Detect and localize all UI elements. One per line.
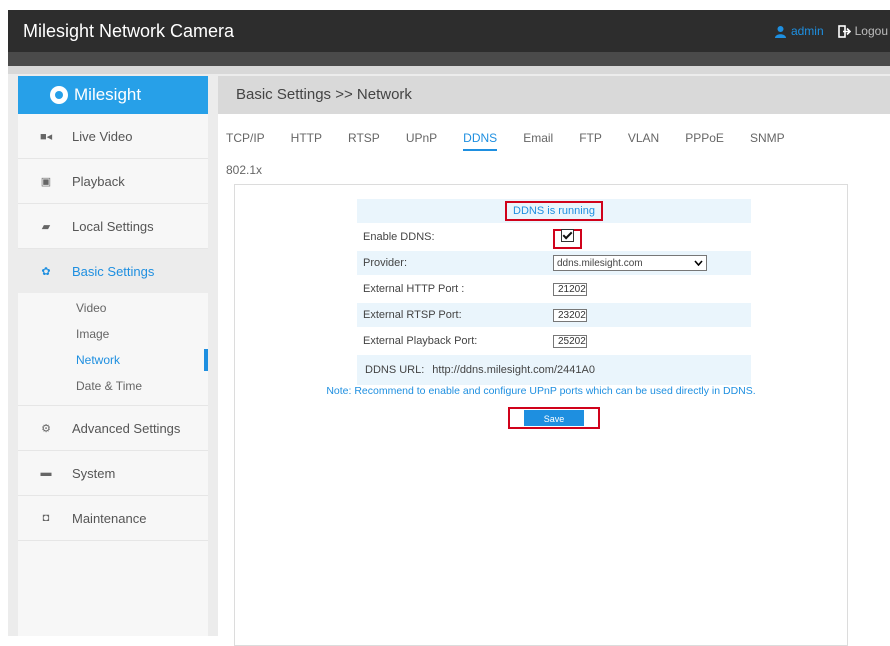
brand-name: Milesight [74, 85, 142, 104]
submenu-item-date-time[interactable]: Date & Time [18, 373, 208, 399]
playback-port-row: External Playback Port: 25202 [357, 329, 751, 353]
provider-select[interactable]: ddns.milesight.com [553, 255, 707, 271]
tab-http[interactable]: HTTP [291, 131, 322, 149]
tab-pppoe[interactable]: PPPoE [685, 131, 724, 149]
enable-ddns-label: Enable DDNS: [363, 231, 435, 243]
breadcrumb: Basic Settings >> Network [218, 76, 890, 114]
monitor-icon: ▬ [40, 467, 52, 479]
sidebar: Milesight ■◂ Live Video ▣ Playback ▰ Loc… [18, 76, 208, 636]
sidebar-item-maintenance[interactable]: ◘ Maintenance [18, 496, 208, 541]
sidebar-item-basic-settings[interactable]: ✿ Basic Settings [18, 249, 208, 293]
ddns-url-value: http://ddns.milesight.com/2441A0 [432, 364, 595, 376]
rtsp-port-input[interactable]: 23202 [553, 308, 587, 322]
sidebar-item-label: Live Video [72, 128, 133, 144]
sidebar-item-live-video[interactable]: ■◂ Live Video [18, 114, 208, 159]
tab-ftp[interactable]: FTP [579, 131, 602, 149]
logout-link[interactable]: Logou [855, 24, 888, 38]
tab-email[interactable]: Email [523, 131, 553, 149]
playback-port-label: External Playback Port: [363, 335, 478, 347]
enable-ddns-checkbox[interactable] [561, 229, 574, 242]
enable-row: Enable DDNS: [357, 225, 751, 249]
tab-tcpip[interactable]: TCP/IP [226, 131, 265, 149]
app-title: Milesight Network Camera [23, 21, 235, 41]
top-bar: Milesight Network Camera admin Logou [8, 10, 890, 52]
ddns-url-row: DDNS URL: http://ddns.milesight.com/2441… [357, 355, 751, 385]
playback-port-input[interactable]: 25202 [553, 334, 587, 348]
provider-value: ddns.milesight.com [557, 257, 643, 269]
gear-icon: ✿ [41, 265, 51, 278]
sidebar-item-label: Maintenance [72, 510, 147, 526]
upnp-note: Note: Recommend to enable and configure … [326, 385, 756, 397]
header-strip [8, 52, 890, 66]
status-row: DDNS is running [357, 199, 751, 223]
sidebar-item-local-settings[interactable]: ▰ Local Settings [18, 204, 208, 249]
basic-settings-submenu: Video Image Network Date & Time [18, 293, 208, 406]
tab-upnp[interactable]: UPnP [406, 131, 437, 149]
submenu-item-network[interactable]: Network [18, 347, 208, 373]
tab-snmp[interactable]: SNMP [750, 131, 785, 149]
logout-icon[interactable] [837, 24, 851, 38]
chevron-down-icon [694, 260, 703, 266]
http-port-row: External HTTP Port : 21202 [357, 277, 751, 301]
sidebar-item-label: Basic Settings [72, 263, 155, 279]
provider-row: Provider: ddns.milesight.com [357, 251, 751, 275]
folder-icon: ▰ [41, 220, 51, 233]
rtsp-port-label: External RTSP Port: [363, 309, 462, 321]
brand-logo: Milesight [18, 76, 208, 114]
rtsp-port-row: External RTSP Port: 23202 [357, 303, 751, 327]
save-button[interactable]: Save [524, 410, 584, 426]
ddns-form: DDNS is running Enable DDNS: Provider: d… [357, 199, 751, 387]
header-divider [8, 66, 890, 74]
sidebar-item-system[interactable]: ▬ System [18, 451, 208, 496]
http-port-input[interactable]: 21202 [553, 282, 587, 296]
user-icon [774, 25, 786, 38]
tab-8021x[interactable]: 802.1x [226, 163, 262, 181]
tab-rtsp[interactable]: RTSP [348, 131, 380, 149]
save-highlight: Save [508, 407, 600, 429]
ddns-panel: DDNS is running Enable DDNS: Provider: d… [234, 184, 848, 646]
tab-ddns[interactable]: DDNS [463, 131, 498, 151]
app-window: Milesight Network Camera admin Logou Mil… [8, 10, 890, 646]
provider-label: Provider: [363, 257, 408, 269]
main-content: Basic Settings >> Network TCP/IP HTTP RTSP… [218, 76, 890, 646]
tab-vlan[interactable]: VLAN [628, 131, 659, 149]
user-area: admin Logou [774, 24, 888, 38]
ddns-url-label: DDNS URL: [365, 364, 425, 376]
ddns-status: DDNS is running [505, 201, 603, 221]
sidebar-item-playback[interactable]: ▣ Playback [18, 159, 208, 204]
http-port-label: External HTTP Port : [363, 283, 465, 295]
toolbox-icon: ◘ [42, 512, 50, 524]
sidebar-item-label: Advanced Settings [72, 420, 181, 436]
sidebar-item-label: Playback [72, 173, 125, 189]
submenu-item-image[interactable]: Image [18, 321, 208, 347]
sidebar-item-label: Local Settings [72, 218, 154, 234]
submenu-item-video[interactable]: Video [18, 295, 208, 321]
advanced-gears-icon: ⚙ [41, 422, 51, 435]
user-name-link[interactable]: admin [791, 24, 824, 38]
playback-icon: ▣ [40, 175, 52, 188]
sidebar-item-label: System [72, 465, 116, 481]
sidebar-item-advanced-settings[interactable]: ⚙ Advanced Settings [18, 406, 208, 451]
video-camera-icon: ■◂ [40, 130, 53, 143]
milesight-logo-icon [50, 86, 68, 104]
enable-ddns-highlight [553, 229, 582, 249]
